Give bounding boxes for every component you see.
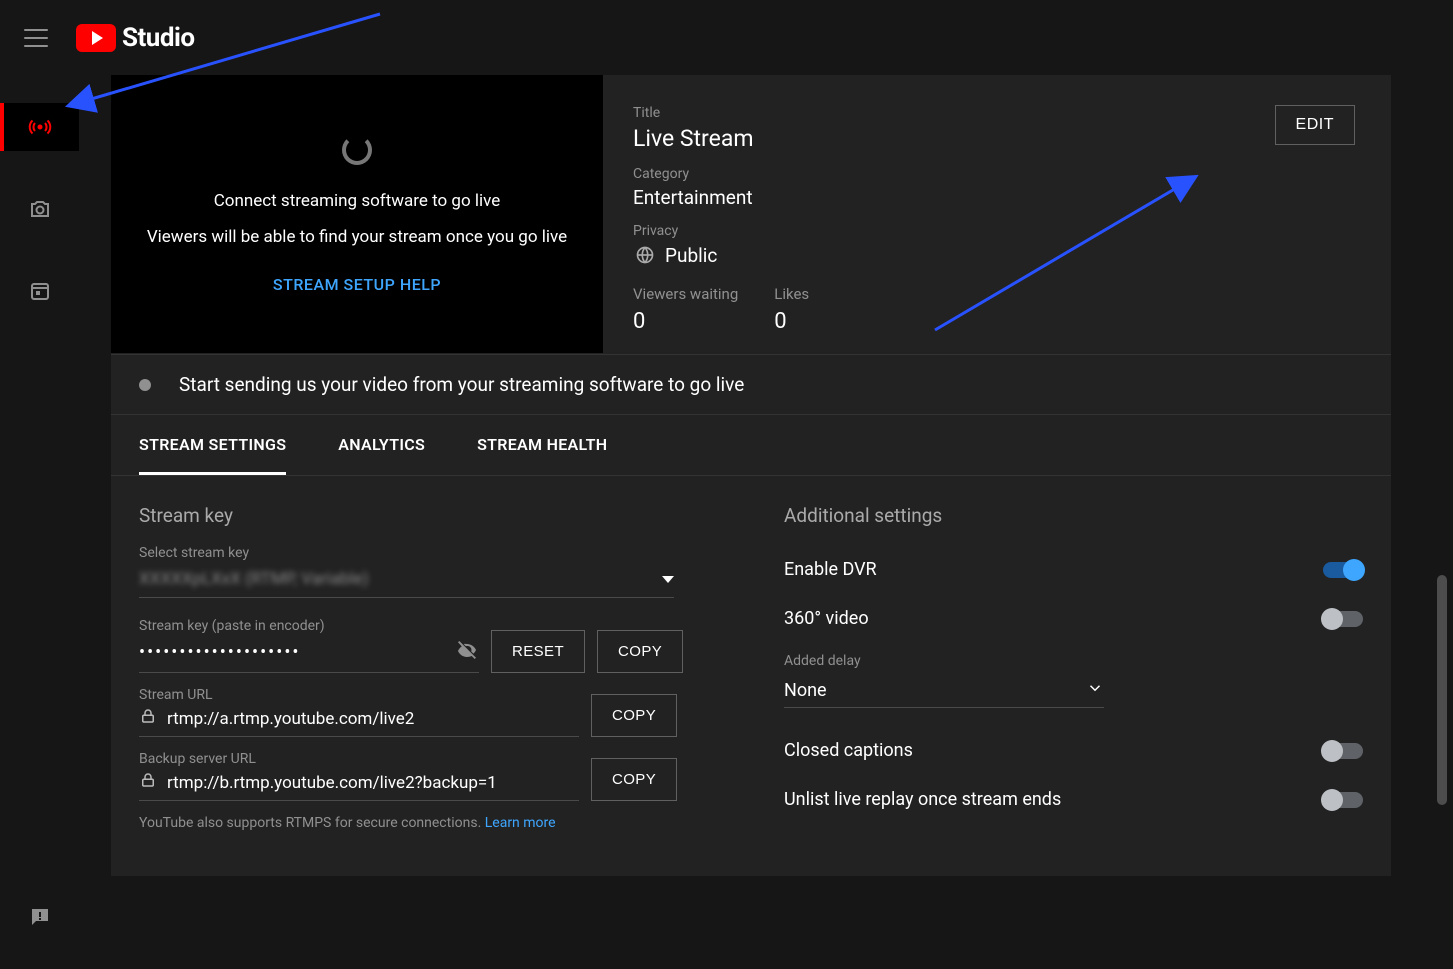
additional-settings-title: Additional settings [784,504,1363,527]
stream-title: Live Stream [633,125,1355,152]
added-delay-select[interactable]: None [784,673,1104,708]
status-text: Start sending us your video from your st… [179,373,744,396]
stream-url-label: Stream URL [139,687,579,703]
enable-dvr-toggle[interactable] [1323,562,1363,578]
copy-backup-button[interactable]: COPY [591,758,677,801]
stream-url-value[interactable]: rtmp://a.rtmp.youtube.com/live2 [167,709,414,729]
stream-setup-help-link[interactable]: STREAM SETUP HELP [273,275,441,294]
tab-stream-settings[interactable]: STREAM SETTINGS [139,435,286,475]
category-value: Entertainment [633,186,1355,209]
learn-more-link[interactable]: Learn more [485,815,556,831]
status-bar: Start sending us your video from your st… [111,354,1391,415]
status-dot-icon [139,379,151,391]
sidebar-item-webcam[interactable] [0,185,79,233]
left-sidebar [0,75,79,969]
stream-icon [28,115,52,139]
lock-icon [139,707,157,730]
stream-key-select-value: XXXXXpLXxX (RTMP, Variable) [139,569,369,589]
preview-line-1: Connect streaming software to go live [214,191,501,211]
tabs: STREAM SETTINGS ANALYTICS STREAM HEALTH [111,415,1391,476]
select-stream-key-label: Select stream key [139,545,724,561]
edit-button[interactable]: EDIT [1275,105,1355,145]
logo[interactable]: Studio [76,23,195,53]
added-delay-value: None [784,680,827,701]
unlist-replay-toggle[interactable] [1323,792,1363,808]
closed-captions-label: Closed captions [784,740,913,761]
globe-icon [633,243,657,267]
feedback-icon [28,905,52,929]
reset-button[interactable]: RESET [491,630,585,673]
tab-stream-health[interactable]: STREAM HEALTH [477,435,607,475]
camera-icon [28,197,52,221]
lock-icon [139,771,157,794]
privacy-value: Public [665,244,717,267]
backup-url-label: Backup server URL [139,751,579,767]
brand-text: Studio [122,23,195,53]
unlist-replay-label: Unlist live replay once stream ends [784,789,1061,810]
closed-captions-toggle[interactable] [1323,743,1363,759]
copy-url-button[interactable]: COPY [591,694,677,737]
title-label: Title [633,105,1355,121]
hamburger-menu-icon[interactable] [24,29,48,47]
category-label: Category [633,166,1355,182]
preview-box: Connect streaming software to go live Vi… [111,75,603,353]
stream-key-select[interactable]: XXXXXpLXxX (RTMP, Variable) [139,565,674,598]
rtmps-note: YouTube also supports RTMPS for secure c… [139,815,724,831]
viewers-waiting-label: Viewers waiting [633,285,738,303]
preview-line-2: Viewers will be able to find your stream… [147,227,567,247]
main-panel: Connect streaming software to go live Vi… [111,75,1391,876]
privacy-label: Privacy [633,223,1355,239]
chevron-down-icon [1086,679,1104,701]
visibility-off-icon[interactable] [455,638,479,666]
sidebar-item-feedback[interactable] [0,893,79,941]
youtube-logo-icon [76,24,116,52]
tab-analytics[interactable]: ANALYTICS [338,435,425,475]
caret-down-icon [662,576,674,583]
scrollbar[interactable] [1437,575,1447,805]
added-delay-label: Added delay [784,653,1363,669]
spinner-icon [342,135,372,165]
stream-key-input[interactable]: •••••••••••••••••••• [139,642,419,663]
viewers-waiting-value: 0 [633,309,738,334]
likes-value: 0 [774,309,809,334]
copy-key-button[interactable]: COPY [597,630,683,673]
backup-url-value[interactable]: rtmp://b.rtmp.youtube.com/live2?backup=1 [167,773,497,793]
video-360-label: 360° video [784,608,869,629]
stream-key-section-title: Stream key [139,504,724,527]
sidebar-item-stream[interactable] [0,103,79,151]
video-360-toggle[interactable] [1323,611,1363,627]
likes-label: Likes [774,285,809,303]
calendar-icon [28,279,52,303]
stream-key-input-label: Stream key (paste in encoder) [139,618,479,634]
sidebar-item-schedule[interactable] [0,267,79,315]
enable-dvr-label: Enable DVR [784,559,877,580]
app-header: Studio [0,0,1453,75]
